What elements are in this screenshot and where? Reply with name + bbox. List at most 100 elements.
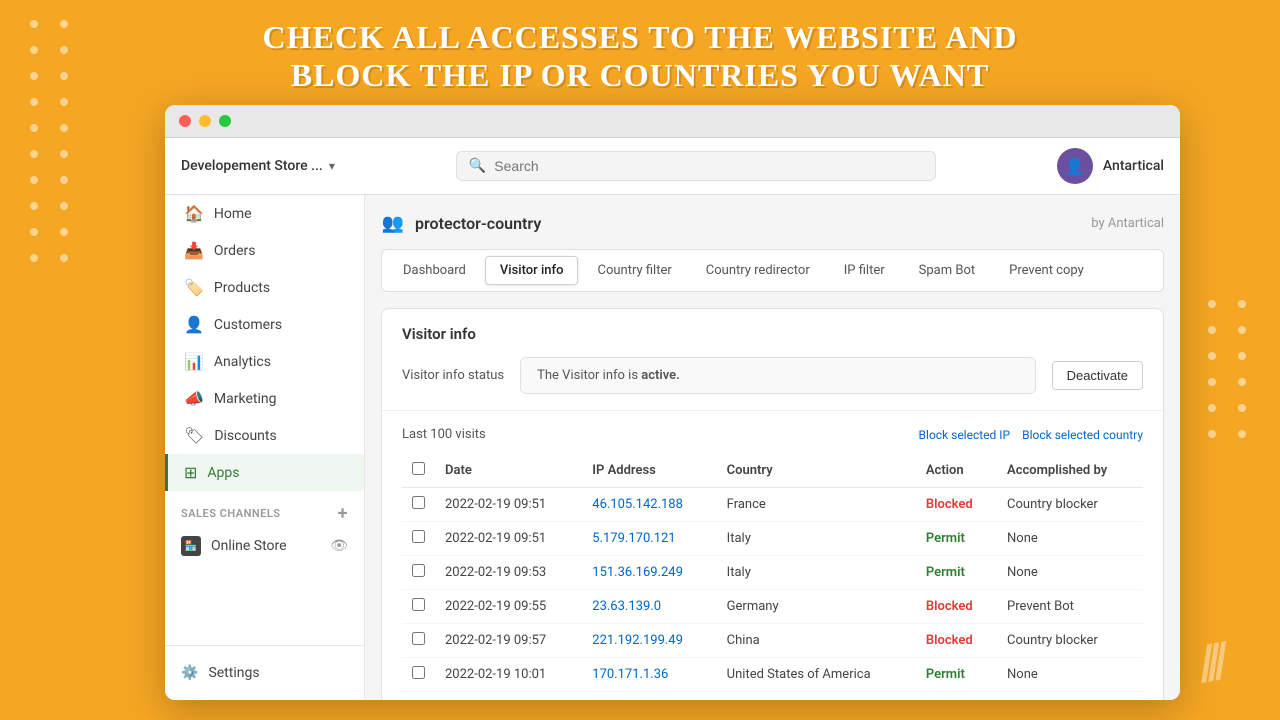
table-section: Last 100 visits Block selected IP Block … — [382, 411, 1163, 700]
row-checkbox-2[interactable] — [412, 564, 425, 577]
col-date: Date — [435, 454, 582, 488]
top-bar: Developement Store ... ▾ 🔍 👤 Antartical — [165, 138, 1180, 195]
app-header: 👥 protector-country by Antartical — [381, 211, 1164, 235]
page-header: Check all accesses to the website and bl… — [0, 0, 1280, 107]
cell-action-6: Blocked — [916, 692, 997, 701]
cell-accomplished-3: Prevent Bot — [997, 590, 1143, 624]
tab-visitor-info[interactable]: Visitor info — [485, 256, 579, 285]
chevron-down-icon: ▾ — [329, 159, 335, 173]
block-selected-ip-link[interactable]: Block selected IP — [919, 428, 1011, 442]
products-icon: 🏷️ — [184, 278, 204, 297]
cell-action-1: Permit — [916, 522, 997, 556]
cell-country-2: Italy — [717, 556, 916, 590]
store-name: Developement Store ... — [181, 158, 323, 174]
tab-country-filter[interactable]: Country filter — [582, 256, 686, 285]
col-ip: IP Address — [582, 454, 716, 488]
tab-prevent-copy[interactable]: Prevent copy — [994, 256, 1099, 285]
table-header-row: Last 100 visits Block selected IP Block … — [402, 427, 1143, 442]
row-checkbox-1[interactable] — [412, 530, 425, 543]
cell-date-1: 2022-02-19 09:51 — [435, 522, 582, 556]
sidebar-item-apps[interactable]: ⊞ Apps — [165, 454, 364, 491]
cell-date-0: 2022-02-19 09:51 — [435, 488, 582, 522]
orders-icon: 📥 — [184, 241, 204, 260]
deactivate-button[interactable]: Deactivate — [1052, 361, 1143, 390]
browser-minimize-btn[interactable] — [199, 115, 211, 127]
browser-close-btn[interactable] — [179, 115, 191, 127]
cell-country-4: China — [717, 624, 916, 658]
sidebar-item-orders[interactable]: 📥 Orders — [165, 232, 364, 269]
cell-accomplished-1: None — [997, 522, 1143, 556]
sidebar-item-discounts[interactable]: 🏷 Discounts — [165, 417, 364, 454]
sidebar-label-orders: Orders — [214, 243, 256, 259]
tab-dashboard[interactable]: Dashboard — [388, 256, 481, 285]
table-row: 2022-02-19 09:57 221.192.199.49 China Bl… — [402, 624, 1143, 658]
select-all-checkbox[interactable] — [412, 462, 425, 475]
cell-date-6: 2022-02-19 10:20 — [435, 692, 582, 701]
table-row: 2022-02-19 09:51 46.105.142.188 France B… — [402, 488, 1143, 522]
cell-action-2: Permit — [916, 556, 997, 590]
add-sales-channel-btn[interactable]: + — [338, 503, 348, 524]
cell-date-2: 2022-02-19 09:53 — [435, 556, 582, 590]
sidebar-item-analytics[interactable]: 📊 Analytics — [165, 343, 364, 380]
table-title: Last 100 visits — [402, 427, 486, 442]
main-content: 👥 protector-country by Antartical Dashbo… — [365, 195, 1180, 700]
cell-ip-1: 5.179.170.121 — [582, 522, 716, 556]
sidebar-item-home[interactable]: 🏠 Home — [165, 195, 364, 232]
sidebar-item-marketing[interactable]: 📣 Marketing — [165, 380, 364, 417]
status-label: Visitor info status — [402, 368, 504, 383]
table-row: 2022-02-19 10:01 170.171.1.36 United Sta… — [402, 658, 1143, 692]
settings-icon: ⚙️ — [181, 665, 198, 681]
cell-ip-0: 46.105.142.188 — [582, 488, 716, 522]
table-actions: Block selected IP Block selected country — [919, 428, 1143, 442]
app-title: protector-country — [415, 214, 541, 233]
content-wrapper: 🏠 Home 📥 Orders 🏷️ Products 👤 Customers … — [165, 195, 1180, 700]
table-row: 2022-02-19 09:53 151.36.169.249 Italy Pe… — [402, 556, 1143, 590]
cell-date-3: 2022-02-19 09:55 — [435, 590, 582, 624]
cell-country-5: United States of America — [717, 658, 916, 692]
tab-country-redirector[interactable]: Country redirector — [691, 256, 825, 285]
app-title-row: 👥 protector-country — [381, 211, 541, 235]
cell-ip-6: 46.105.142.188 — [582, 692, 716, 701]
status-box: The Visitor info is active. — [520, 357, 1035, 394]
status-row: Visitor info status The Visitor info is … — [402, 357, 1143, 394]
cell-accomplished-4: Country blocker — [997, 624, 1143, 658]
sidebar-label-customers: Customers — [214, 317, 282, 333]
cell-action-5: Permit — [916, 658, 997, 692]
tab-spam-bot[interactable]: Spam Bot — [904, 256, 990, 285]
search-bar: 🔍 — [456, 151, 936, 181]
browser-maximize-btn[interactable] — [219, 115, 231, 127]
sidebar-item-online-store[interactable]: 🏪 Online Store 👁 — [165, 528, 364, 564]
eye-icon[interactable]: 👁 — [330, 538, 348, 554]
user-area: 👤 Antartical — [1057, 148, 1164, 184]
cell-accomplished-5: None — [997, 658, 1143, 692]
block-selected-country-link[interactable]: Block selected country — [1022, 428, 1143, 442]
row-checkbox-4[interactable] — [412, 632, 425, 645]
sidebar-label-settings: Settings — [208, 665, 259, 681]
cell-ip-3: 23.63.139.0 — [582, 590, 716, 624]
col-country: Country — [717, 454, 916, 488]
browser-chrome — [165, 105, 1180, 138]
row-checkbox-3[interactable] — [412, 598, 425, 611]
status-text: The Visitor info is active. — [537, 368, 680, 383]
status-active-text: active. — [641, 368, 680, 383]
store-selector[interactable]: Developement Store ... ▾ — [181, 158, 335, 174]
cell-date-4: 2022-02-19 09:57 — [435, 624, 582, 658]
home-icon: 🏠 — [184, 204, 204, 223]
cell-country-0: France — [717, 488, 916, 522]
sidebar-nav: 🏠 Home 📥 Orders 🏷️ Products 👤 Customers … — [165, 195, 364, 645]
section-title: Visitor info — [402, 325, 1143, 343]
row-checkbox-0[interactable] — [412, 496, 425, 509]
table-row: 2022-02-19 09:55 23.63.139.0 Germany Blo… — [402, 590, 1143, 624]
search-input[interactable] — [494, 158, 923, 174]
cell-accomplished-0: Country blocker — [997, 488, 1143, 522]
row-checkbox-5[interactable] — [412, 666, 425, 679]
sidebar-item-settings[interactable]: ⚙️ Settings — [165, 656, 364, 690]
table-row: 2022-02-19 09:51 5.179.170.121 Italy Per… — [402, 522, 1143, 556]
col-action: Action — [916, 454, 997, 488]
cell-ip-4: 221.192.199.49 — [582, 624, 716, 658]
sidebar-item-products[interactable]: 🏷️ Products — [165, 269, 364, 306]
tab-ip-filter[interactable]: IP filter — [829, 256, 900, 285]
cell-action-4: Blocked — [916, 624, 997, 658]
avatar: 👤 — [1057, 148, 1093, 184]
sidebar-item-customers[interactable]: 👤 Customers — [165, 306, 364, 343]
